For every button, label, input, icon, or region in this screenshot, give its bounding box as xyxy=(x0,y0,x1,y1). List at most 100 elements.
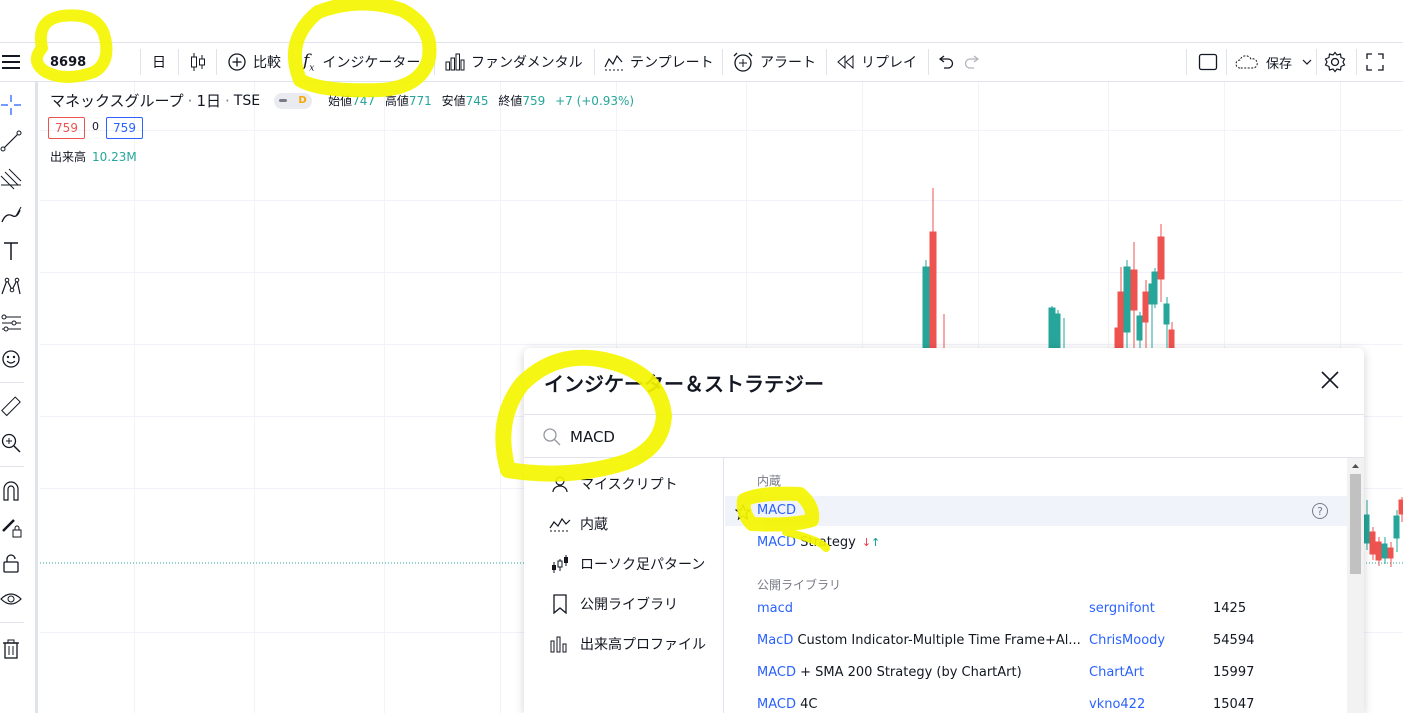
ruler-tool-icon[interactable] xyxy=(0,394,22,420)
volume-label: 出来高 xyxy=(50,150,87,164)
result-row[interactable]: MACD 4C vkno422 15047 xyxy=(725,690,1347,713)
fundamentals-label: ファンダメンタル xyxy=(471,55,583,71)
result-author[interactable]: vkno422 xyxy=(1089,697,1145,712)
fundamentals-button[interactable]: ファンダメンタル xyxy=(445,43,583,81)
trash-icon[interactable] xyxy=(0,636,22,662)
result-row[interactable]: MacD Custom Indicator-Multiple Time Fram… xyxy=(725,626,1347,656)
result-count: 1425 xyxy=(1213,601,1247,616)
result-count: 54594 xyxy=(1213,633,1255,648)
zoom-in-icon[interactable] xyxy=(0,430,22,456)
ohlc-values: 始値747 高値771 安値745 終値759 +7 (+0.93%) xyxy=(328,92,640,109)
chart-legend: マネックスグループ · 1日 · TSE D 始値747 高値771 安値745… xyxy=(50,90,640,111)
category-label: 公開ライブラリ xyxy=(580,597,678,613)
category-candle-patterns[interactable]: ローソク足パターン xyxy=(548,552,705,576)
interval-button[interactable]: 日 xyxy=(152,43,166,81)
volume-value: 10.23M xyxy=(92,150,137,164)
result-name: MACD 4C xyxy=(757,697,818,712)
user-icon xyxy=(548,475,572,493)
star-icon[interactable] xyxy=(735,504,751,520)
trend-line-tool-icon[interactable] xyxy=(0,128,22,154)
scrollbar-thumb[interactable] xyxy=(1350,474,1361,574)
sell-button[interactable]: 759 xyxy=(48,117,85,139)
help-icon[interactable]: ? xyxy=(1311,502,1329,520)
instrument-name[interactable]: マネックスグループ xyxy=(50,90,184,111)
function-icon: fx xyxy=(303,50,315,74)
fullscreen-button[interactable] xyxy=(1366,43,1384,81)
menu-icon[interactable] xyxy=(0,43,22,81)
result-name: MACD Strategy ↓↑ xyxy=(757,535,881,550)
compare-button[interactable]: 比較 xyxy=(227,43,281,81)
indicators-dialog: インジケーター＆ストラテジー マイスクリプト 内蔵 ローソク足パターン 公開ライ… xyxy=(524,348,1364,713)
candle xyxy=(1117,267,1124,353)
public-section-header: 公開ライブラリ xyxy=(757,578,842,592)
search-bar xyxy=(524,414,1364,458)
result-name: MACD + SMA 200 Strategy (by ChartArt) xyxy=(757,665,1022,680)
result-author[interactable]: sergnifont xyxy=(1089,601,1155,616)
category-label: マイスクリプト xyxy=(580,477,678,493)
builtin-section-header: 内蔵 xyxy=(757,474,782,488)
magnet-icon[interactable] xyxy=(0,478,22,504)
close-icon[interactable] xyxy=(1320,370,1340,390)
result-author[interactable]: ChrisMoody xyxy=(1089,633,1165,648)
template-button[interactable]: テンプレート xyxy=(604,43,714,81)
high-value: 771 xyxy=(408,94,432,108)
pattern-tool-icon[interactable] xyxy=(0,274,22,300)
result-name: MACD xyxy=(757,503,796,518)
result-row[interactable]: MACD Strategy ↓↑ xyxy=(725,528,1347,558)
undo-button[interactable] xyxy=(936,43,954,81)
result-row[interactable]: MACD + SMA 200 Strategy (by ChartArt) Ch… xyxy=(725,658,1347,688)
result-name: MacD Custom Indicator-Multiple Time Fram… xyxy=(757,633,1081,648)
category-builtin[interactable]: 内蔵 xyxy=(548,512,608,536)
results-scrollbar[interactable] xyxy=(1347,458,1364,713)
prediction-tool-icon[interactable] xyxy=(0,310,22,336)
brush-tool-icon[interactable] xyxy=(0,202,22,228)
candle xyxy=(1398,497,1403,522)
category-my-scripts[interactable]: マイスクリプト xyxy=(548,472,678,496)
category-volume-profile[interactable]: 出来高プロファイル xyxy=(548,632,706,656)
result-row[interactable]: macd sergnifont 1425 xyxy=(725,594,1347,624)
lock-drawing-pencil-icon[interactable] xyxy=(0,514,22,540)
category-public-library[interactable]: 公開ライブラリ xyxy=(548,592,678,616)
crosshair-tool-icon[interactable] xyxy=(0,92,22,118)
save-button[interactable]: 保存 xyxy=(1234,43,1314,81)
emoji-tool-icon[interactable] xyxy=(0,346,22,372)
undo-icon xyxy=(938,55,954,69)
save-label: 保存 xyxy=(1266,56,1293,72)
candle xyxy=(1387,542,1394,567)
replay-label: リプレイ xyxy=(861,55,917,71)
lock-icon[interactable] xyxy=(0,550,22,576)
data-delay-pill[interactable]: D xyxy=(274,92,313,109)
symbol-search-button[interactable]: 8698 xyxy=(50,43,86,81)
search-input[interactable] xyxy=(570,425,1170,449)
strategy-arrows-icon: ↓↑ xyxy=(861,536,881,549)
buy-button[interactable]: 759 xyxy=(106,117,143,139)
redo-button[interactable] xyxy=(964,43,982,81)
replay-button[interactable]: リプレイ xyxy=(837,43,917,81)
bookmark-icon xyxy=(548,594,572,614)
redo-icon xyxy=(964,55,980,69)
eye-icon[interactable] xyxy=(0,586,22,612)
alert-button[interactable]: アラート xyxy=(732,43,816,81)
legend-exchange: TSE xyxy=(233,92,261,109)
candle xyxy=(929,188,937,353)
result-name: macd xyxy=(757,601,794,616)
low-value: 745 xyxy=(465,94,489,108)
search-icon xyxy=(543,428,561,446)
text-tool-icon[interactable] xyxy=(0,238,22,264)
result-author[interactable]: ChartArt xyxy=(1089,665,1144,680)
candle-style-icon[interactable] xyxy=(190,43,206,81)
layout-button[interactable] xyxy=(1198,43,1218,81)
chevron-down-icon xyxy=(1302,59,1312,65)
dialog-title: インジケーター＆ストラテジー xyxy=(544,372,824,396)
indicators-button[interactable]: fx インジケーター xyxy=(303,43,420,81)
fib-tool-icon[interactable] xyxy=(0,166,22,192)
result-row[interactable]: MACD ? xyxy=(725,496,1347,526)
indicators-label: インジケーター xyxy=(322,55,421,71)
candle xyxy=(1363,500,1370,550)
rewind-icon xyxy=(837,55,854,69)
builtin-chart-icon xyxy=(548,516,572,532)
volume-profile-icon xyxy=(548,635,572,653)
settings-button[interactable] xyxy=(1324,43,1346,81)
cloud-icon xyxy=(1235,55,1258,69)
candle xyxy=(1375,537,1382,566)
